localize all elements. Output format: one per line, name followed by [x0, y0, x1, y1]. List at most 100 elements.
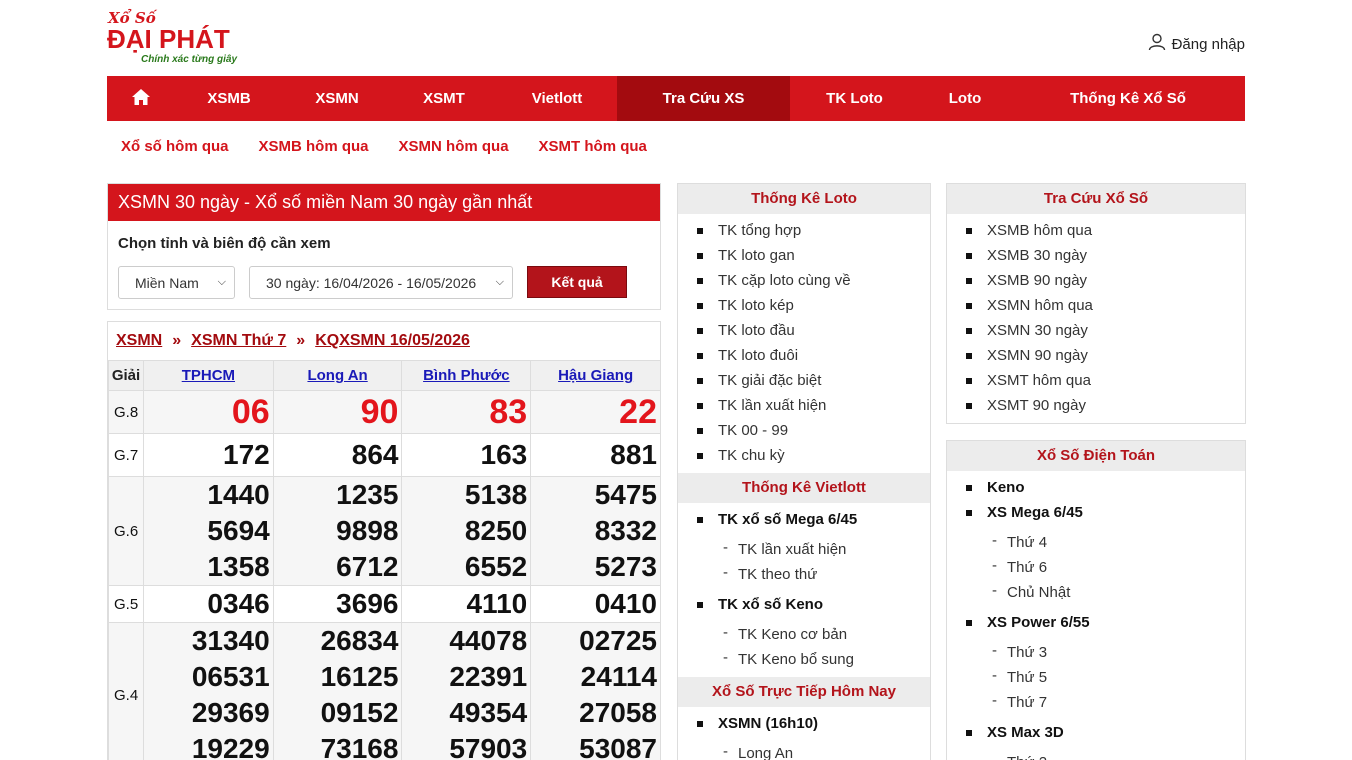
nav-xsmb[interactable]: XSMB	[175, 76, 283, 121]
nav-xsmt[interactable]: XSMT	[391, 76, 497, 121]
home-button[interactable]	[107, 76, 175, 121]
region-select-value: Miền Nam	[135, 274, 199, 291]
vietlott-stats-list: TK xổ số Mega 6/45 TK lần xuất hiện TK t…	[678, 503, 930, 677]
result-number: 6712	[336, 551, 399, 582]
list-item[interactable]: Thứ 3	[947, 638, 1245, 665]
col-header-giai: Giải	[108, 360, 144, 391]
result-number: 57903	[449, 733, 528, 760]
breadcrumb-xsmn-thu-7[interactable]: XSMN Thứ 7	[191, 332, 286, 349]
list-item[interactable]: Thứ 4	[947, 528, 1245, 555]
list-item[interactable]: Long An	[678, 739, 930, 760]
list-item[interactable]: TK giải đặc biệt	[678, 368, 930, 393]
result-number: 73168	[320, 733, 399, 760]
subnav-xo-so-hom-qua[interactable]: Xổ số hôm qua	[121, 138, 229, 155]
list-item[interactable]: XSMB 30 ngày	[947, 243, 1245, 268]
chevron-down-icon: ⌵	[495, 276, 504, 288]
list-item-mega[interactable]: XS Mega 6/45	[947, 500, 1245, 525]
list-item[interactable]: TK chu kỳ	[678, 443, 930, 468]
list-item[interactable]: Thứ 2	[947, 748, 1245, 760]
stats-sidebar: Thống Kê Loto TK tổng hợp TK loto gan TK…	[677, 183, 931, 760]
result-number: 0346	[207, 588, 270, 619]
result-number: 27058	[579, 697, 657, 728]
list-item-max3d[interactable]: XS Max 3D	[947, 720, 1245, 745]
login-link[interactable]: Đăng nhập	[1148, 33, 1245, 55]
lookup-list: XSMB hôm qua XSMB 30 ngày XSMB 90 ngày X…	[947, 214, 1245, 423]
list-item[interactable]: TK theo thứ	[678, 560, 930, 587]
result-number: 06531	[191, 661, 270, 692]
list-item[interactable]: XSMT 90 ngày	[947, 393, 1245, 418]
province-long-an[interactable]: Long An	[307, 367, 367, 384]
list-item[interactable]: TK Keno cơ bản	[678, 620, 930, 647]
list-item[interactable]: TK loto đầu	[678, 318, 930, 343]
nav-loto[interactable]: Loto	[919, 76, 1011, 121]
result-number: 49354	[449, 697, 528, 728]
result-number: 1440	[207, 479, 270, 510]
nav-thong-ke-xo-so[interactable]: Thống Kê Xổ Số	[1011, 76, 1245, 121]
result-number: 0410	[594, 588, 657, 619]
list-item-keno[interactable]: TK xổ số Keno	[678, 592, 930, 617]
list-item[interactable]: TK lần xuất hiện	[678, 535, 930, 562]
list-item[interactable]: TK tổng hợp	[678, 218, 930, 243]
result-number: 31340	[191, 625, 270, 656]
list-item[interactable]: TK loto gan	[678, 243, 930, 268]
result-number: 8250	[464, 515, 528, 546]
list-item[interactable]: XSMN 90 ngày	[947, 343, 1245, 368]
list-item-keno[interactable]: Keno	[947, 475, 1245, 500]
result-cell: 83	[401, 390, 532, 434]
result-number: 16125	[320, 661, 399, 692]
list-item[interactable]: TK lần xuất hiện	[678, 393, 930, 418]
result-cell: 44078 22391 49354 57903	[401, 622, 532, 760]
nav-xsmn[interactable]: XSMN	[283, 76, 391, 121]
list-item-xsmn-live[interactable]: XSMN (16h10)	[678, 711, 930, 736]
electronic-lottery-title: Xổ Số Điện Toán	[947, 441, 1245, 471]
result-number: 4110	[466, 588, 528, 619]
result-number: 1235	[336, 479, 399, 510]
nav-tra-cuu-xs[interactable]: Tra Cứu XS	[617, 76, 790, 121]
result-cell: 31340 06531 29369 19229	[142, 622, 274, 760]
list-item-power[interactable]: XS Power 6/55	[947, 610, 1245, 635]
site-logo[interactable]: Xổ Số ĐẠI PHÁT Chính xác từng giây	[107, 9, 249, 67]
list-item[interactable]: TK Keno bổ sung	[678, 645, 930, 672]
list-item[interactable]: XSMB 90 ngày	[947, 268, 1245, 293]
subnav-xsmb-hom-qua[interactable]: XSMB hôm qua	[259, 138, 369, 155]
subnav-xsmn-hom-qua[interactable]: XSMN hôm qua	[399, 138, 509, 155]
breadcrumb-sep: »	[296, 332, 306, 349]
region-select[interactable]: Miền Nam ⌵	[118, 266, 235, 299]
list-item[interactable]: XSMN hôm qua	[947, 293, 1245, 318]
range-select[interactable]: 30 ngày: 16/04/2026 - 16/05/2026 ⌵	[249, 266, 513, 299]
table-row: G.8 06 90 83 22	[108, 390, 661, 434]
nav-tk-loto[interactable]: TK Loto	[790, 76, 919, 121]
province-tphcm[interactable]: TPHCM	[182, 367, 235, 384]
result-number: 83	[489, 393, 528, 431]
list-item[interactable]: TK 00 - 99	[678, 418, 930, 443]
result-number: 09152	[320, 697, 399, 728]
province-binh-phuoc[interactable]: Bình Phước	[423, 367, 510, 384]
list-item[interactable]: Thứ 5	[947, 663, 1245, 690]
list-item[interactable]: TK loto kép	[678, 293, 930, 318]
subnav-xsmt-hom-qua[interactable]: XSMT hôm qua	[539, 138, 647, 155]
breadcrumb-kqxsmn[interactable]: KQXSMN 16/05/2026	[315, 332, 470, 349]
loto-stats-list: TK tổng hợp TK loto gan TK cặp loto cùng…	[678, 214, 930, 473]
result-number: 06	[231, 393, 270, 431]
login-label: Đăng nhập	[1171, 35, 1245, 53]
list-item-mega[interactable]: TK xổ số Mega 6/45	[678, 507, 930, 532]
submit-button[interactable]: Kết quả	[527, 266, 627, 298]
list-item[interactable]: XSMN 30 ngày	[947, 318, 1245, 343]
result-cell: 1440 5694 1358	[142, 476, 274, 586]
province-hau-giang[interactable]: Hậu Giang	[558, 367, 633, 384]
list-item[interactable]: XSMT hôm qua	[947, 368, 1245, 393]
list-item[interactable]: Thứ 7	[947, 688, 1245, 715]
result-number: 163	[480, 439, 528, 470]
result-number: 5138	[464, 479, 528, 510]
result-cell: 5138 8250 6552	[401, 476, 532, 586]
result-cell: 0410	[530, 585, 661, 623]
nav-vietlott[interactable]: Vietlott	[497, 76, 617, 121]
list-item[interactable]: Chủ Nhật	[947, 578, 1245, 605]
list-item[interactable]: TK cặp loto cùng về	[678, 268, 930, 293]
breadcrumb-xsmn[interactable]: XSMN	[116, 332, 162, 349]
list-item[interactable]: Thứ 6	[947, 553, 1245, 580]
lookup-title: Tra Cứu Xổ Số	[947, 184, 1245, 214]
list-item[interactable]: XSMB hôm qua	[947, 218, 1245, 243]
list-item[interactable]: TK loto đuôi	[678, 343, 930, 368]
live-results-title: Xổ Số Trực Tiếp Hôm Nay	[678, 677, 930, 707]
